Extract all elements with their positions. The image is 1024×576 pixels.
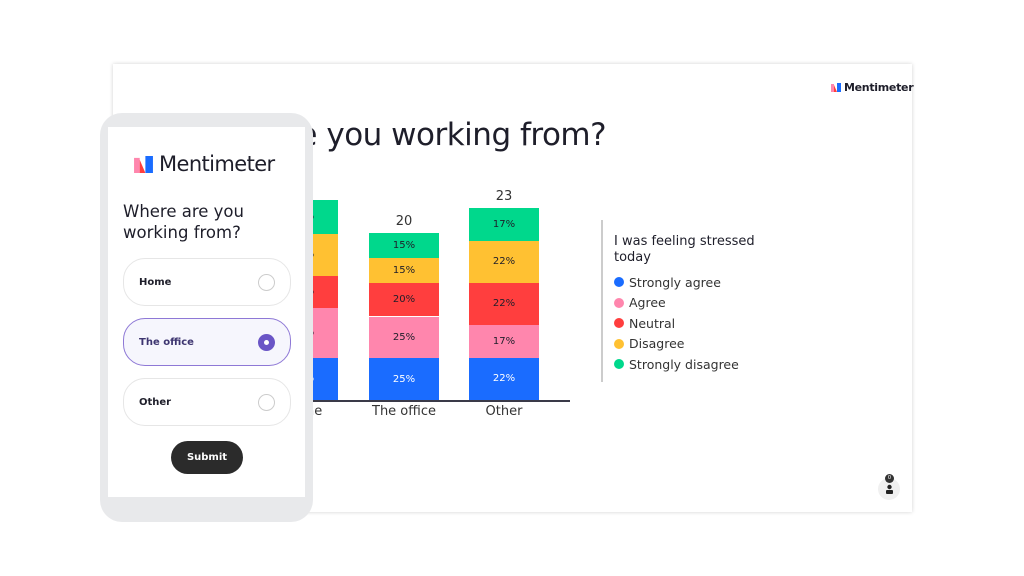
radio-button-selected[interactable] [258, 333, 275, 351]
bar-segment: 25% [369, 316, 439, 359]
option-label: Other [139, 396, 172, 408]
bar-segment: 15% [369, 233, 439, 259]
legend-label: Strongly disagree [629, 356, 739, 372]
legend-label: Strongly agree [629, 274, 721, 290]
option-home[interactable]: Home [123, 258, 291, 306]
legend-label: Neutral [629, 315, 676, 331]
bar-segment: 22% [469, 240, 539, 283]
option-label: The office [139, 336, 194, 348]
bar-segment: 15% [369, 258, 439, 284]
option-the-office[interactable]: The office [123, 318, 291, 366]
legend-dot-icon [614, 318, 624, 329]
audience-count-button[interactable]: 0 [878, 474, 900, 500]
category-label: Other [485, 404, 523, 419]
legend-item: Strongly disagree [614, 354, 784, 375]
bar-the-office: 25% 25% 20% 15% 15% [369, 233, 439, 400]
legend: I was feeling stressed today Strongly ag… [614, 234, 784, 375]
mentimeter-logo-icon [831, 83, 841, 92]
bar-total-label: 20 [395, 214, 413, 229]
legend-dot-icon [614, 338, 624, 349]
bar-segment: 17% [469, 325, 539, 358]
bar-other: 22% 17% 22% 22% 17% [469, 207, 539, 400]
option-label: Home [139, 276, 172, 288]
legend-title: I was feeling stressed today [614, 234, 755, 265]
brand-logo: Mentimeter [831, 81, 914, 94]
legend-item: Disagree [614, 334, 784, 355]
phone-screen: Mentimeter Where are you working from? H… [108, 127, 305, 497]
legend-label: Disagree [629, 336, 685, 352]
legend-item: Neutral [614, 313, 784, 334]
mentimeter-logo-icon [134, 155, 153, 173]
phone-brand: Mentimeter [134, 152, 275, 176]
brand-name: Mentimeter [159, 152, 275, 176]
option-other[interactable]: Other [123, 378, 291, 426]
bar-segment: 22% [469, 282, 539, 326]
bar-segment: 22% [469, 357, 539, 400]
radio-button[interactable] [258, 393, 275, 411]
phone-mockup: Mentimeter Where are you working from? H… [100, 113, 313, 522]
legend-item: Strongly agree [614, 272, 784, 293]
person-icon [885, 484, 893, 494]
bar-segment: 17% [469, 207, 539, 241]
legend-dot-icon [614, 277, 624, 288]
bar-segment: 25% [369, 358, 439, 400]
radio-button[interactable] [258, 273, 275, 291]
brand-name: Mentimeter [844, 81, 914, 94]
submit-button[interactable]: Submit [171, 441, 243, 474]
legend-label: Agree [629, 295, 666, 311]
legend-dot-icon [614, 359, 624, 370]
legend-divider [601, 220, 603, 382]
legend-dot-icon [614, 297, 624, 308]
bar-total-label: 23 [495, 188, 513, 204]
legend-item: Agree [614, 293, 784, 314]
question-text: Where are you working from? [123, 202, 244, 242]
bar-segment: 20% [369, 283, 439, 317]
category-label: The office [372, 404, 436, 419]
audience-count-badge: 0 [885, 474, 894, 483]
